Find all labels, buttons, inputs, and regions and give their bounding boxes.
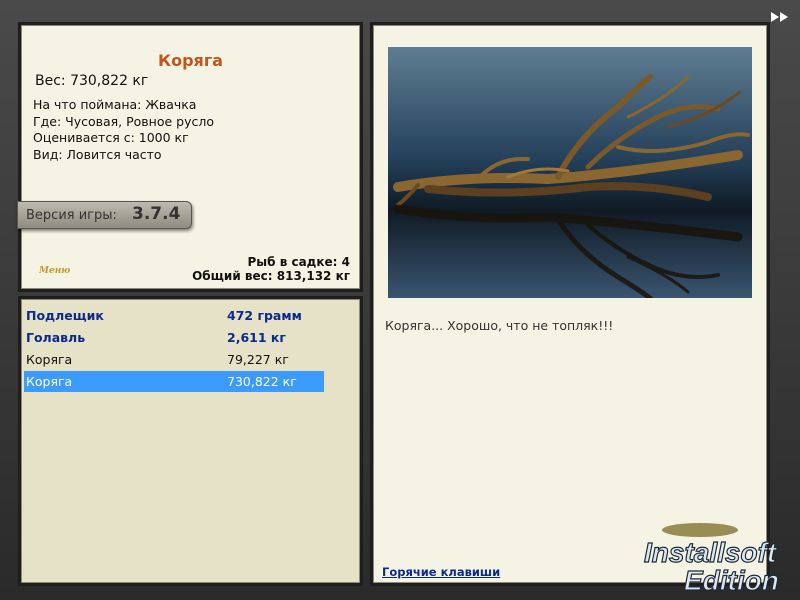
version-number: 3.7.4 (132, 204, 181, 224)
fish-title: Коряга (158, 51, 223, 70)
next-button[interactable] (770, 9, 792, 25)
total-weight: Общий вес: 813,132 кг (192, 269, 350, 283)
list-item-name: Подлещик (26, 308, 104, 323)
version-label: Версия игры: (26, 208, 117, 223)
list-item[interactable]: Коряга 79,227 кг (24, 349, 324, 370)
fish-info-panel: Коряга Вес: 730,822 кг На что поймана: Ж… (18, 22, 363, 292)
fish-count: Рыб в садке: 4 (247, 255, 351, 269)
list-item-name: Коряга (26, 352, 73, 367)
list-item-weight: 472 грамм (227, 308, 302, 323)
list-item-name: Голавль (26, 330, 86, 345)
driftwood-image (388, 47, 752, 298)
fish-caption: Коряга... Хорошо, что не топляк!!! (385, 318, 614, 333)
fish-detail-panel: Коряга... Хорошо, что не топляк!!! Горяч… (370, 22, 770, 586)
rated-from-text: Оценивается с: 1000 кг (33, 130, 189, 145)
kind-text: Вид: Ловится часто (33, 146, 162, 162)
installsoft-logo: Installsoft Edition (640, 520, 795, 597)
fish-photo (388, 47, 752, 298)
version-badge: Версия игры: 3.7.4 (17, 201, 192, 229)
catch-list-panel: Подлещик 472 грамм Голавль 2,611 кг Коря… (18, 296, 363, 586)
svg-text:Edition: Edition (684, 565, 779, 596)
svg-text:Installsoft: Installsoft (644, 537, 778, 568)
menu-button[interactable]: Меню (39, 266, 70, 276)
hotkeys-link[interactable]: Горячие клавиши (382, 565, 500, 579)
location-text: Где: Чусовая, Ровное русло (33, 113, 214, 129)
list-item-weight: 2,611 кг (227, 330, 286, 345)
fish-weight: Вес: 730,822 кг (35, 73, 149, 89)
keepnet-stats: Рыб в садке: 4 Общий вес: 813,132 кг (192, 255, 350, 283)
caught-on-text: На что поймана: Жвачка (33, 97, 197, 112)
list-item-weight: 730,822 кг (227, 374, 297, 389)
double-arrow-right-icon (771, 12, 788, 22)
list-item-selected[interactable]: Коряга 730,822 кг (24, 371, 324, 392)
list-item-weight: 79,227 кг (227, 352, 289, 367)
list-item-name: Коряга (26, 374, 73, 389)
list-item[interactable]: Голавль 2,611 кг (24, 327, 324, 348)
fish-details: На что поймана: Жвачка Где: Чусовая, Ров… (33, 97, 214, 163)
list-item[interactable]: Подлещик 472 грамм (24, 305, 324, 326)
